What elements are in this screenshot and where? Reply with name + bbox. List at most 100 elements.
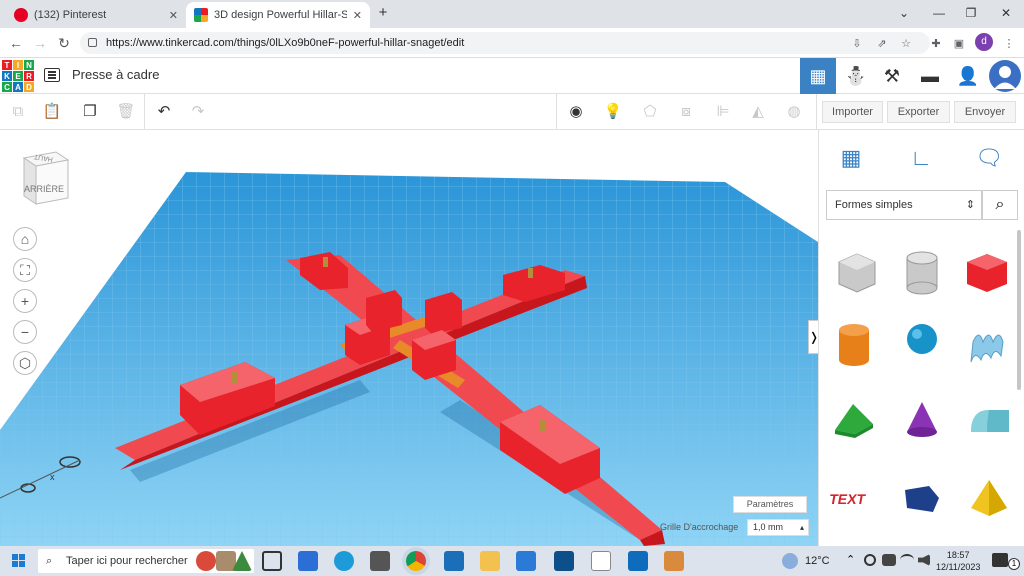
shape-round-roof[interactable] bbox=[957, 390, 1023, 466]
workplane-viewport[interactable]: x HAUT ARRIÈRE ⌂ ⛶ + − ⬡ ❭ Paramètres Gr… bbox=[0, 130, 818, 546]
add-user-icon[interactable]: 👤 bbox=[950, 58, 986, 94]
tab-pinterest[interactable]: (132) Pinterest ✕ bbox=[6, 2, 186, 28]
send-to-button[interactable]: Envoyer bbox=[954, 101, 1016, 123]
group-icon[interactable]: ⬠ bbox=[638, 100, 662, 124]
copy-icon[interactable]: ⧉ bbox=[6, 100, 30, 124]
app-icon[interactable] bbox=[444, 551, 464, 571]
tab-tinkercad[interactable]: 3D design Powerful Hillar-Snaget | Tinke… bbox=[186, 2, 370, 28]
minimize-button[interactable]: — bbox=[928, 4, 950, 22]
mirror-icon[interactable]: ◭ bbox=[746, 100, 770, 124]
edge-icon[interactable] bbox=[334, 551, 354, 571]
view-cube[interactable]: HAUT ARRIÈRE bbox=[20, 150, 70, 206]
notes-icon[interactable]: ◉ bbox=[564, 100, 588, 124]
address-bar-row: ← → ↻ https://www.tinkercad.com/things/0… bbox=[0, 28, 1024, 58]
undo-icon[interactable]: ↶ bbox=[152, 100, 176, 124]
weather-icon[interactable] bbox=[782, 553, 798, 569]
chrome-icon[interactable] bbox=[406, 551, 426, 571]
task-view-icon[interactable] bbox=[262, 551, 282, 571]
fit-view-button[interactable]: ⛶ bbox=[13, 258, 37, 282]
video-app-icon[interactable] bbox=[554, 551, 574, 571]
duplicate-icon[interactable]: ❐ bbox=[78, 100, 102, 124]
blocks-icon[interactable]: ⛄ bbox=[838, 58, 874, 94]
search-button[interactable]: ⌕ bbox=[982, 190, 1018, 220]
design-menu-icon[interactable] bbox=[44, 68, 60, 82]
volume-icon[interactable] bbox=[918, 554, 930, 566]
more-menu-icon[interactable]: ⋮ bbox=[1002, 37, 1016, 51]
url-field[interactable]: https://www.tinkercad.com/things/0lLXo9b… bbox=[80, 32, 930, 54]
battery-icon[interactable] bbox=[882, 554, 896, 566]
shape-box-hole[interactable] bbox=[821, 234, 887, 310]
window-close-button[interactable]: ✕ bbox=[995, 4, 1017, 22]
calendar-icon[interactable] bbox=[516, 551, 536, 571]
side-panel-icon[interactable]: ▣ bbox=[952, 37, 966, 51]
record-icon[interactable] bbox=[864, 554, 876, 566]
redo-icon[interactable]: ↷ bbox=[186, 100, 210, 124]
wifi-icon[interactable] bbox=[900, 554, 914, 566]
shape-cone[interactable] bbox=[889, 390, 955, 466]
zoom-in-button[interactable]: + bbox=[13, 289, 37, 313]
suitcase-icon bbox=[216, 551, 236, 571]
bookmark-star-icon[interactable]: ☆ bbox=[899, 37, 913, 51]
install-icon[interactable]: ⇩ bbox=[850, 37, 864, 51]
zoom-out-button[interactable]: − bbox=[13, 320, 37, 344]
security-shield-icon[interactable] bbox=[370, 551, 390, 571]
share-icon[interactable]: ⇗ bbox=[875, 37, 889, 51]
shape-pyramid[interactable] bbox=[957, 468, 1023, 544]
notifications-icon[interactable] bbox=[992, 553, 1008, 567]
temperature[interactable]: 12°C bbox=[805, 555, 830, 567]
home-view-button[interactable]: ⌂ bbox=[13, 227, 37, 251]
expand-panel-button[interactable]: ❭ bbox=[808, 320, 818, 354]
notes-icon[interactable]: 🗨 bbox=[969, 138, 1009, 178]
workplane-grid-icon[interactable]: ▦ bbox=[831, 138, 871, 178]
cruise-icon[interactable]: ◍ bbox=[782, 100, 806, 124]
chevron-up-icon[interactable]: ⌃ bbox=[846, 553, 860, 567]
snap-grid-select[interactable]: 1,0 mm bbox=[747, 519, 809, 536]
shape-box[interactable] bbox=[957, 234, 1023, 310]
bricks-pickaxe-icon[interactable]: ⚒ bbox=[874, 58, 910, 94]
home-app-icon[interactable] bbox=[591, 551, 611, 571]
clock[interactable]: 18:57 12/11/2023 bbox=[936, 549, 980, 573]
microsoft-store-icon[interactable] bbox=[298, 551, 318, 571]
file-explorer-icon[interactable] bbox=[480, 551, 500, 571]
shape-cylinder[interactable] bbox=[821, 312, 887, 388]
chevron-down-icon[interactable]: ⌄ bbox=[893, 4, 915, 22]
forward-button[interactable]: → bbox=[30, 33, 50, 53]
ruler-icon[interactable]: ∟ bbox=[901, 138, 941, 178]
user-silhouette-icon bbox=[994, 66, 1016, 89]
ungroup-icon[interactable]: ⧇ bbox=[674, 100, 698, 124]
tinkercad-logo[interactable]: T I N K E R C A D bbox=[2, 60, 34, 92]
shape-library-value: Formes simples bbox=[835, 199, 913, 211]
pinterest-icon bbox=[14, 8, 28, 22]
export-button[interactable]: Exporter bbox=[887, 101, 950, 123]
new-tab-button[interactable]: + bbox=[372, 4, 394, 22]
shape-library-select[interactable]: Formes simples bbox=[826, 190, 982, 220]
logo-letter: D bbox=[24, 82, 34, 92]
user-avatar[interactable] bbox=[989, 60, 1021, 92]
extensions-icon[interactable]: ✚ bbox=[929, 37, 943, 51]
shape-scribble[interactable] bbox=[957, 312, 1023, 388]
lego-brick-icon[interactable]: ▬ bbox=[912, 58, 948, 94]
windows-start-icon[interactable] bbox=[12, 554, 26, 568]
align-icon[interactable]: ⊫ bbox=[711, 100, 735, 124]
shape-polygon[interactable] bbox=[889, 468, 955, 544]
perspective-button[interactable]: ⬡ bbox=[13, 351, 37, 375]
close-icon[interactable]: ✕ bbox=[353, 9, 362, 22]
import-button[interactable]: Importer bbox=[822, 101, 883, 123]
design-title[interactable]: Presse à cadre bbox=[72, 67, 159, 82]
shape-sphere[interactable] bbox=[889, 312, 955, 388]
maximize-button[interactable]: ❐ bbox=[960, 4, 982, 22]
delete-icon[interactable]: 🗑 bbox=[114, 100, 138, 124]
lightbulb-icon[interactable]: 💡 bbox=[601, 100, 625, 124]
paint-icon[interactable] bbox=[664, 551, 684, 571]
settings-button[interactable]: Paramètres bbox=[733, 496, 807, 513]
paste-icon[interactable]: 📋 bbox=[40, 100, 64, 124]
3d-design-view-button[interactable]: ▦ bbox=[800, 58, 836, 94]
reload-button[interactable]: ↻ bbox=[54, 33, 74, 53]
shape-roof[interactable] bbox=[821, 390, 887, 466]
shape-text[interactable]: TEXT bbox=[821, 468, 887, 544]
close-icon[interactable]: ✕ bbox=[169, 9, 178, 22]
profile-avatar[interactable]: d bbox=[975, 33, 993, 51]
back-button[interactable]: ← bbox=[6, 33, 26, 53]
shape-cylinder-hole[interactable] bbox=[889, 234, 955, 310]
mail-icon[interactable] bbox=[628, 551, 648, 571]
